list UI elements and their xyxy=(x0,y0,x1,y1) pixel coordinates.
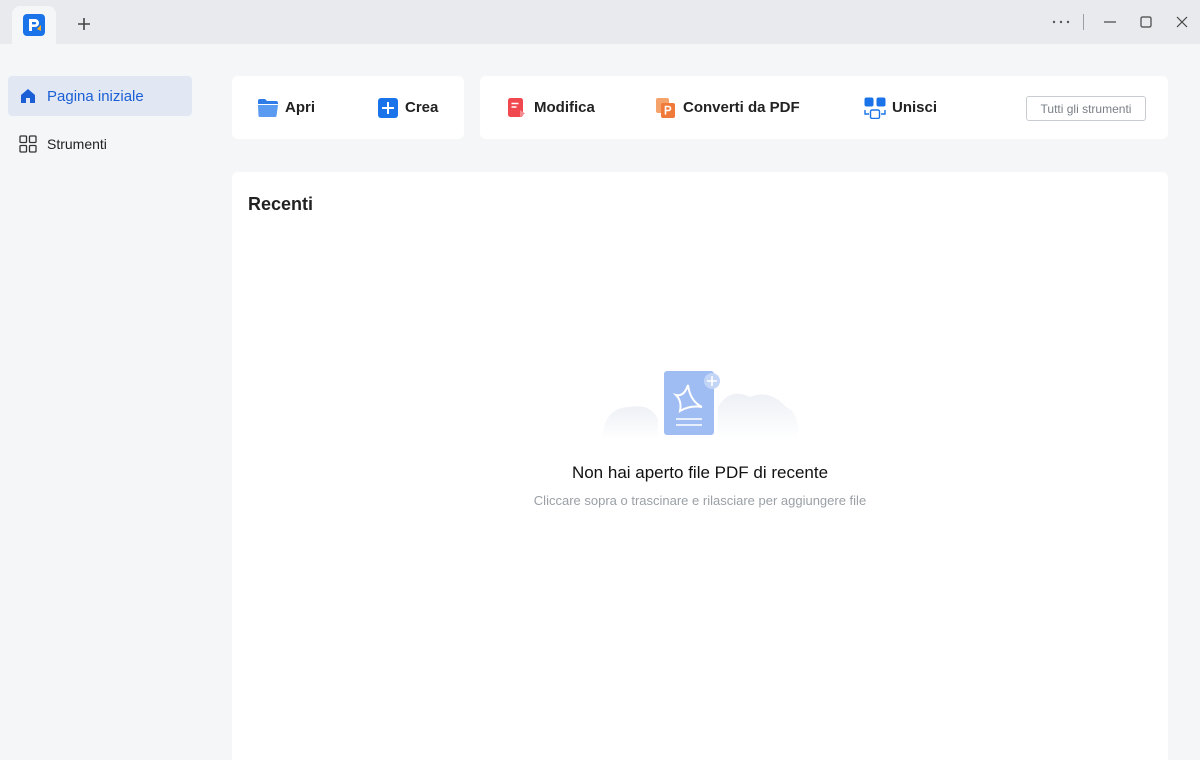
quick-actions-primary: Apri Crea xyxy=(232,76,464,139)
open-button[interactable]: Apri xyxy=(257,76,315,139)
add-square-icon xyxy=(377,97,399,119)
convert-pdf-icon xyxy=(655,97,677,119)
sidebar-item-home[interactable]: Pagina iniziale xyxy=(8,76,192,116)
sidebar-item-label: Pagina iniziale xyxy=(47,87,144,105)
convert-label: Converti da PDF xyxy=(683,99,800,116)
pdf-app-logo-icon xyxy=(23,14,45,36)
create-button[interactable]: Crea xyxy=(377,76,438,139)
quick-actions-tools: Modifica Converti da PDF Unisci Tutti gl… xyxy=(480,76,1168,139)
empty-illustration xyxy=(600,367,800,447)
create-label: Crea xyxy=(405,99,439,116)
all-tools-button[interactable]: Tutti gli strumenti xyxy=(1026,96,1146,121)
plus-icon xyxy=(78,18,90,30)
open-label: Apri xyxy=(285,99,315,116)
recent-title: Recenti xyxy=(248,194,314,214)
edit-button[interactable]: Modifica xyxy=(506,76,595,139)
close-button[interactable] xyxy=(1164,0,1200,44)
home-icon xyxy=(19,87,37,105)
grid-icon xyxy=(19,135,37,153)
empty-title: Non hai aperto file PDF di recente xyxy=(571,463,829,482)
window-controls xyxy=(1043,0,1200,44)
edit-document-icon xyxy=(506,97,528,119)
recent-files-panel[interactable]: Recenti Non hai aperto file PDF di recen… xyxy=(232,172,1168,760)
main-content: Apri Crea Modifica Converti da PDF Unisc… xyxy=(200,44,1200,760)
folder-icon xyxy=(257,97,279,119)
close-icon xyxy=(1176,16,1188,28)
minimize-button[interactable] xyxy=(1092,0,1128,44)
title-separator xyxy=(1083,14,1084,30)
merge-button[interactable]: Unisci xyxy=(864,76,937,139)
new-tab-button[interactable] xyxy=(70,10,98,38)
sidebar-item-tools[interactable]: Strumenti xyxy=(8,124,192,164)
empty-subtitle: Cliccare sopra o trascinare e rilasciare… xyxy=(533,493,867,508)
maximize-icon xyxy=(1140,16,1152,28)
more-dots-icon xyxy=(1052,20,1070,24)
sidebar: Pagina iniziale Strumenti xyxy=(0,44,200,760)
app-tab[interactable] xyxy=(12,6,56,44)
sidebar-item-label: Strumenti xyxy=(47,136,107,152)
merge-icon xyxy=(864,97,886,119)
edit-label: Modifica xyxy=(534,99,595,116)
maximize-button[interactable] xyxy=(1128,0,1164,44)
title-bar xyxy=(0,0,1200,44)
more-button[interactable] xyxy=(1043,0,1079,44)
convert-button[interactable]: Converti da PDF xyxy=(655,76,800,139)
pdf-document-illustration-icon xyxy=(602,371,798,439)
empty-state[interactable]: Non hai aperto file PDF di recente Clicc… xyxy=(232,367,1168,508)
minimize-icon xyxy=(1104,21,1116,23)
merge-label: Unisci xyxy=(892,99,938,116)
